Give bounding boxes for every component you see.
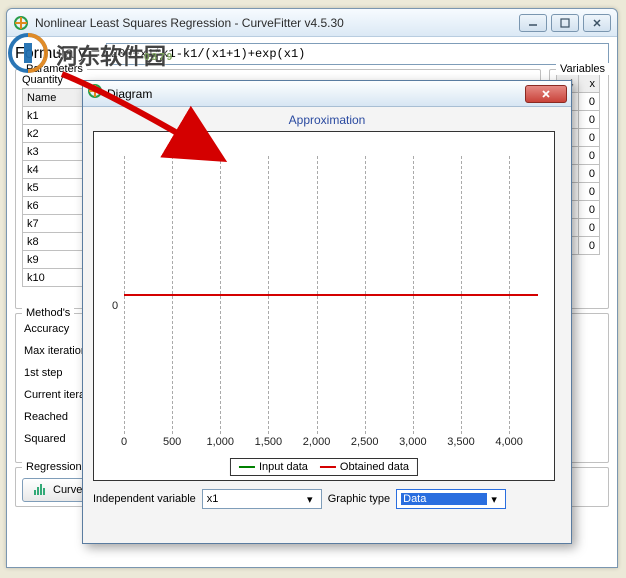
maximize-button[interactable] [551,14,579,32]
x-tick: 1,000 [207,436,235,448]
parameters-label: Parameters [22,63,87,75]
window-title: Nonlinear Least Squares Regression - Cur… [35,16,519,30]
legend-obtained: Obtained data [340,461,409,473]
x-tick: 500 [163,436,181,448]
table-row[interactable]: 0 [578,93,600,111]
variables-label: Variables [556,63,609,75]
close-button[interactable] [583,14,611,32]
indep-var-label: Independent variable [93,493,196,505]
table-row[interactable]: 0 [578,201,600,219]
formula-input[interactable] [106,43,609,65]
diagram-window: Diagram Approximation 0 0 500 1,000 1,500 2,… [82,80,572,544]
diagram-icon [87,83,103,104]
methods-label: Method's [22,307,74,319]
formula-label: Formula y = [15,45,100,63]
watermark-url: 0379 [144,52,174,63]
quantity-label: Quantity [22,74,63,86]
x-tick: 3,500 [447,436,475,448]
table-row[interactable]: 0 [578,165,600,183]
chart-title: Approximation [93,113,561,127]
indep-var-dropdown[interactable]: x1 ▾ [202,489,322,509]
x-tick: 4,000 [495,436,523,448]
x-tick: 1,500 [255,436,283,448]
chevron-down-icon: ▾ [487,493,501,506]
diagram-title: Diagram [107,87,525,101]
x-tick: 2,000 [303,436,331,448]
obtained-data-line [124,294,538,296]
indep-var-value: x1 [207,493,303,505]
graphic-type-value: Data [401,493,487,505]
chevron-down-icon: ▾ [303,493,317,506]
chart-area: 0 0 500 1,000 1,500 2,000 2,500 3,000 3,500 4,00… [93,131,555,481]
x-tick: 3,000 [399,436,427,448]
graphic-type-dropdown[interactable]: Data ▾ [396,489,506,509]
app-icon [13,15,29,31]
y-tick-0: 0 [112,300,118,312]
x-header: x [578,75,600,93]
graphic-type-label: Graphic type [328,493,390,505]
table-row[interactable]: 0 [578,111,600,129]
diagram-close-button[interactable] [525,85,567,103]
x-tick: 0 [121,436,127,448]
window-controls [519,14,611,32]
chart-icon [33,482,47,499]
table-row[interactable]: 0 [578,129,600,147]
table-row[interactable]: 0 [578,147,600,165]
main-titlebar: Nonlinear Least Squares Regression - Cur… [7,9,617,37]
diagram-titlebar: Diagram [83,81,571,107]
table-row[interactable]: 0 [578,219,600,237]
table-row[interactable]: 0 [578,183,600,201]
legend-input: Input data [259,461,308,473]
table-row[interactable]: 0 [578,237,600,255]
chart-legend: Input data Obtained data [230,458,418,476]
x-tick: 2,500 [351,436,379,448]
minimize-button[interactable] [519,14,547,32]
